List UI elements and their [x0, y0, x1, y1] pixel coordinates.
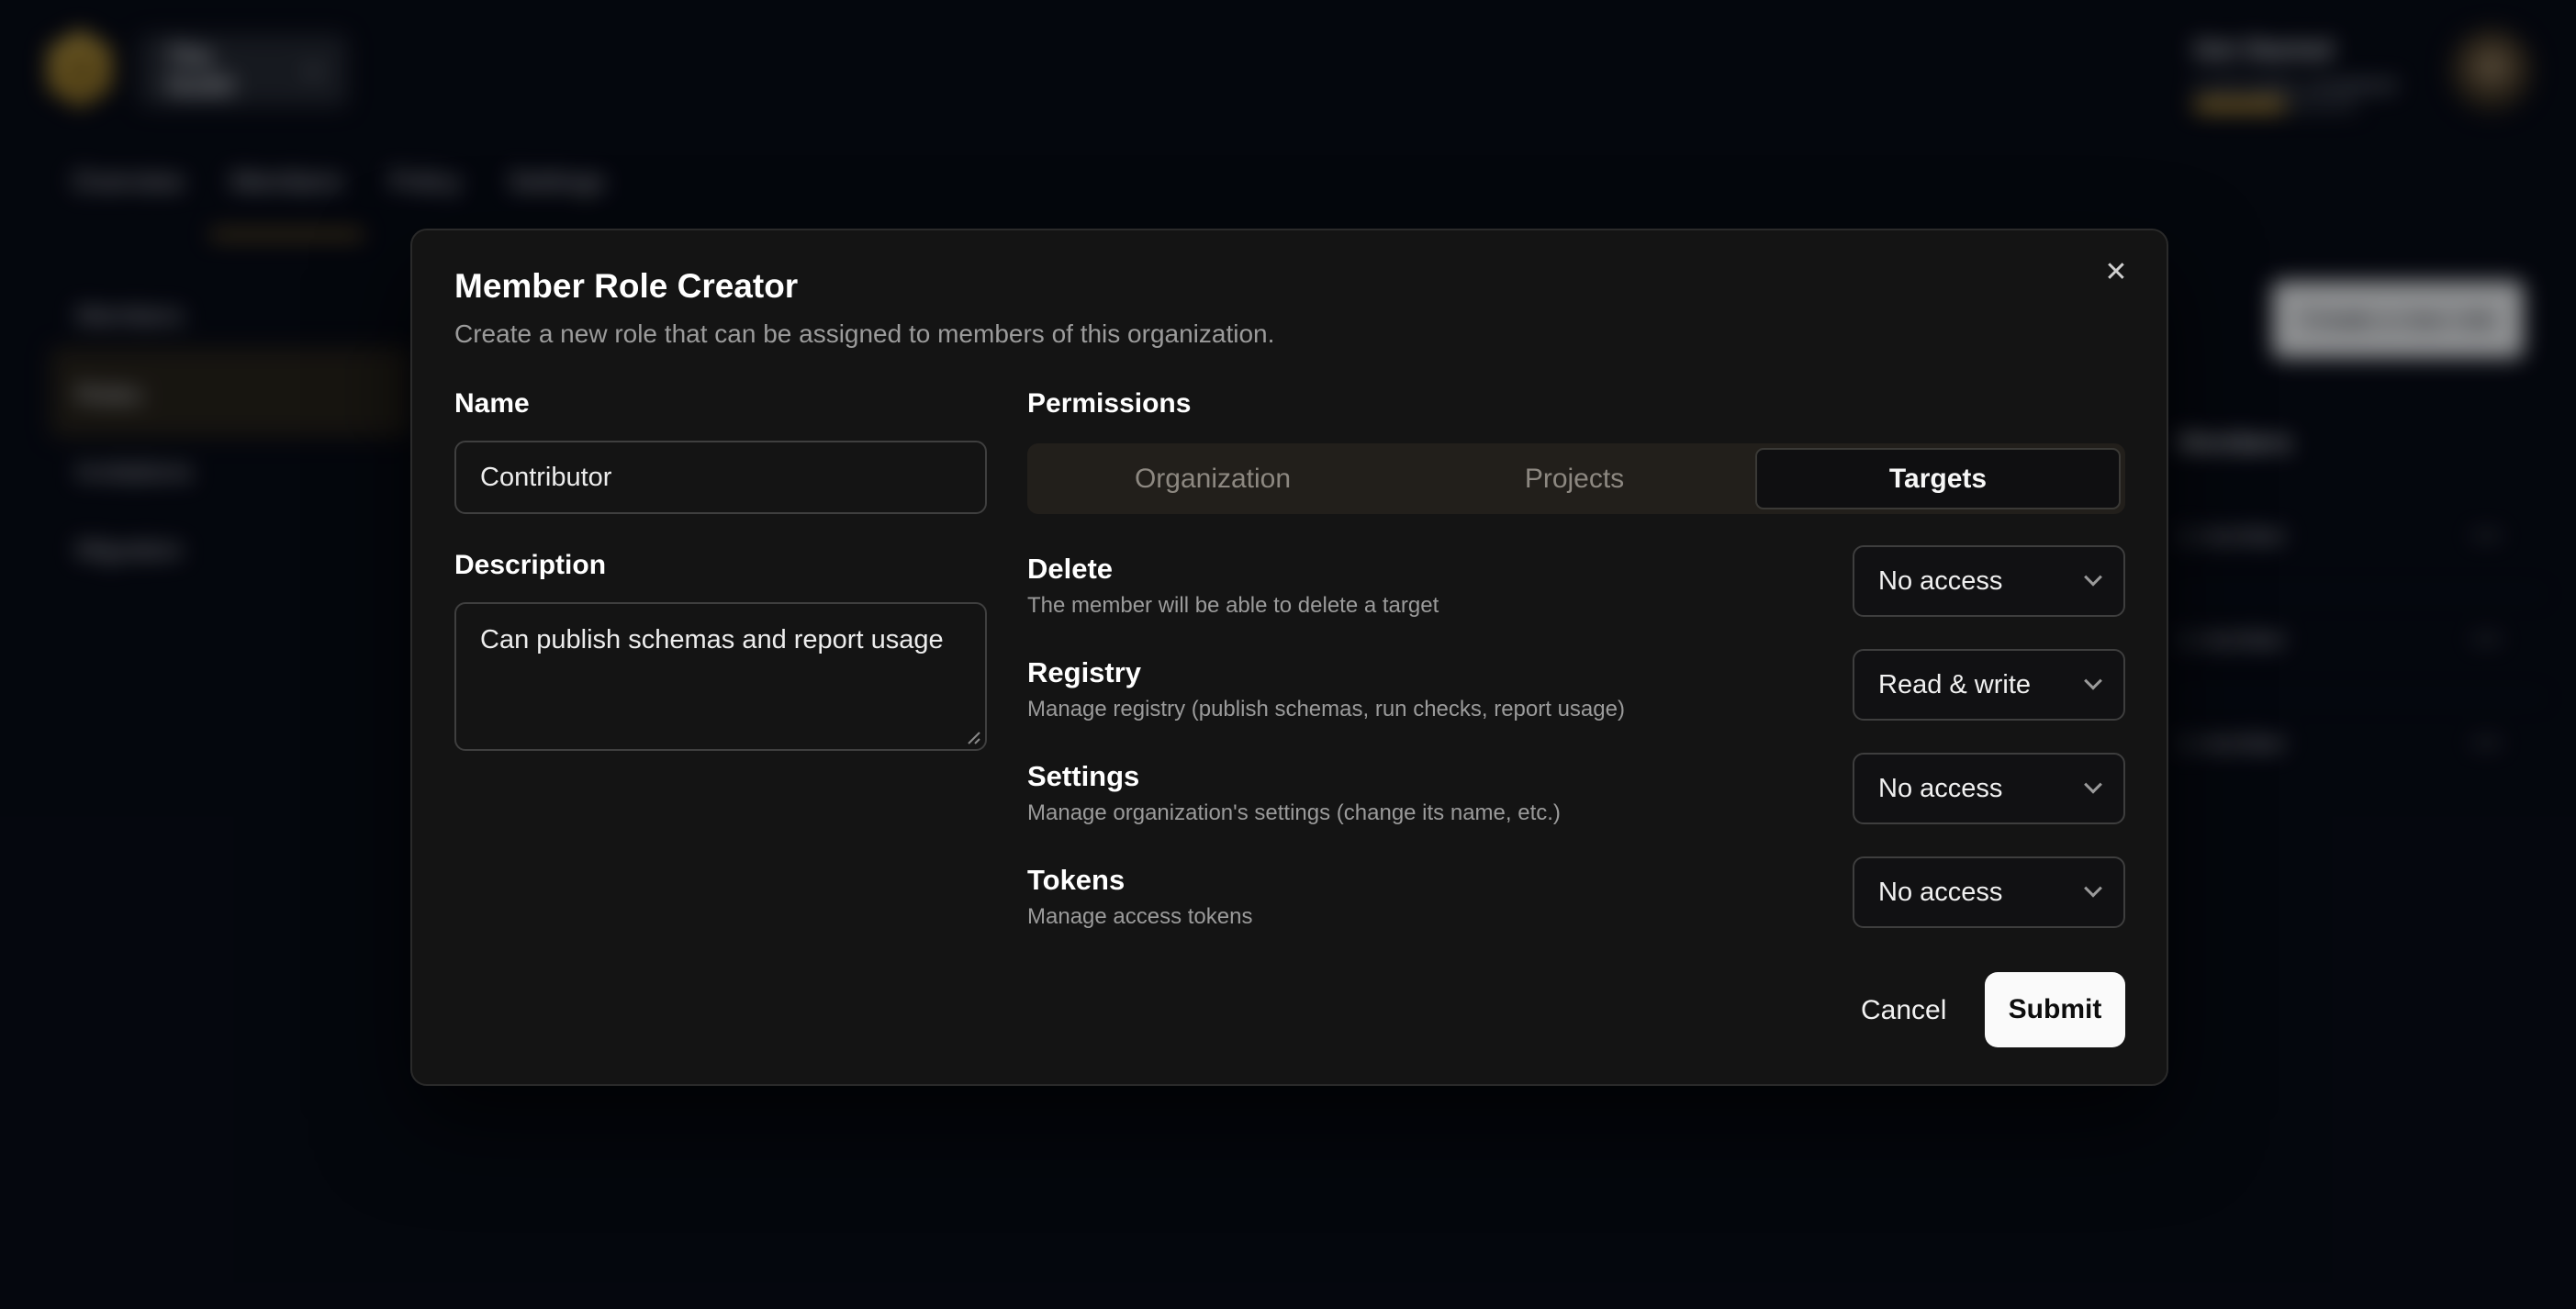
permission-title: Registry [1027, 656, 1625, 689]
tokens-access-select[interactable]: No access [1853, 856, 2125, 928]
description-label: Description [454, 550, 606, 581]
permission-description: Manage organization's settings (change i… [1027, 800, 1561, 826]
chevron-down-icon [2084, 879, 2102, 898]
tab-targets[interactable]: Targets [1755, 448, 2121, 509]
delete-access-select[interactable]: No access [1853, 545, 2125, 617]
permission-text: Delete The member will be able to delete… [1027, 545, 1439, 619]
permission-row-registry: Registry Manage registry (publish schema… [1027, 649, 2125, 722]
permission-title: Delete [1027, 553, 1439, 586]
tab-projects[interactable]: Projects [1394, 448, 1755, 509]
permission-description: Manage access tokens [1027, 904, 1252, 930]
selected-value: Read & write [1878, 670, 2031, 700]
permission-row-tokens: Tokens Manage access tokens No access [1027, 856, 2125, 930]
submit-button[interactable]: Submit [1985, 972, 2125, 1047]
dialog-title: Member Role Creator [454, 267, 798, 306]
member-role-creator-dialog: Member Role Creator Create a new role th… [410, 229, 2168, 1086]
permission-description: The member will be able to delete a targ… [1027, 593, 1439, 619]
permission-text: Registry Manage registry (publish schema… [1027, 649, 1625, 722]
permission-text: Settings Manage organization's settings … [1027, 753, 1561, 826]
tab-organization[interactable]: Organization [1032, 448, 1394, 509]
selected-value: No access [1878, 566, 2002, 597]
chevron-down-icon [2084, 568, 2102, 587]
permission-row-settings: Settings Manage organization's settings … [1027, 753, 2125, 826]
permission-row-delete: Delete The member will be able to delete… [1027, 545, 2125, 619]
selected-value: No access [1878, 774, 2002, 804]
settings-access-select[interactable]: No access [1853, 753, 2125, 824]
description-field-wrap: Can publish schemas and report usage [454, 602, 987, 751]
resize-handle-icon[interactable] [962, 726, 980, 744]
permissions-tabs: Organization Projects Targets [1027, 443, 2125, 514]
cancel-button[interactable]: Cancel [1861, 993, 1946, 1028]
chevron-down-icon [2084, 672, 2102, 690]
description-textarea[interactable]: Can publish schemas and report usage [454, 602, 987, 751]
permissions-label: Permissions [1027, 388, 1191, 420]
dialog-subtitle: Create a new role that can be assigned t… [454, 319, 1274, 349]
permission-description: Manage registry (publish schemas, run ch… [1027, 697, 1625, 722]
name-input[interactable] [454, 441, 987, 514]
selected-value: No access [1878, 878, 2002, 908]
name-label: Name [454, 388, 530, 420]
close-icon[interactable]: ✕ [2095, 251, 2137, 293]
permission-title: Settings [1027, 760, 1561, 793]
registry-access-select[interactable]: Read & write [1853, 649, 2125, 721]
permission-text: Tokens Manage access tokens [1027, 856, 1252, 930]
permission-title: Tokens [1027, 864, 1252, 897]
chevron-down-icon [2084, 776, 2102, 794]
